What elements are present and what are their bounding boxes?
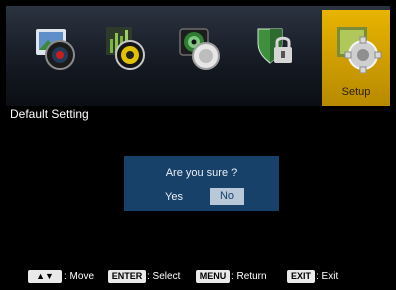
- picture-icon[interactable]: [30, 21, 82, 73]
- setup-gear-icon[interactable]: [331, 21, 383, 73]
- exit-key: EXIT: [287, 270, 315, 283]
- enter-key: ENTER: [108, 270, 146, 283]
- lock-icon[interactable]: [250, 21, 302, 73]
- select-hint: : Select: [147, 271, 181, 282]
- menu-tab-bar: Setup: [6, 6, 390, 106]
- menu-key: MENU: [196, 270, 230, 283]
- yes-button[interactable]: Yes: [157, 189, 191, 205]
- confirm-dialog: Are you sure ? Yes No: [124, 156, 279, 211]
- dialog-question: Are you sure ?: [165, 167, 238, 179]
- updown-key: ▲▼: [28, 270, 62, 283]
- channel-icon[interactable]: [174, 21, 226, 73]
- exit-hint: : Exit: [316, 271, 339, 282]
- key-hint-bar: ▲▼ : Move ENTER : Select MENU : Return E…: [6, 266, 390, 290]
- return-hint: : Return: [231, 271, 267, 282]
- sound-icon[interactable]: [98, 21, 150, 73]
- tv-osd-screen: Setup Default Setting Are you sure ? Yes…: [6, 6, 390, 290]
- no-button[interactable]: No: [210, 188, 244, 205]
- page-title: Default Setting: [10, 107, 89, 121]
- move-hint: : Move: [64, 271, 95, 282]
- tab-setup-label: Setup: [341, 86, 371, 98]
